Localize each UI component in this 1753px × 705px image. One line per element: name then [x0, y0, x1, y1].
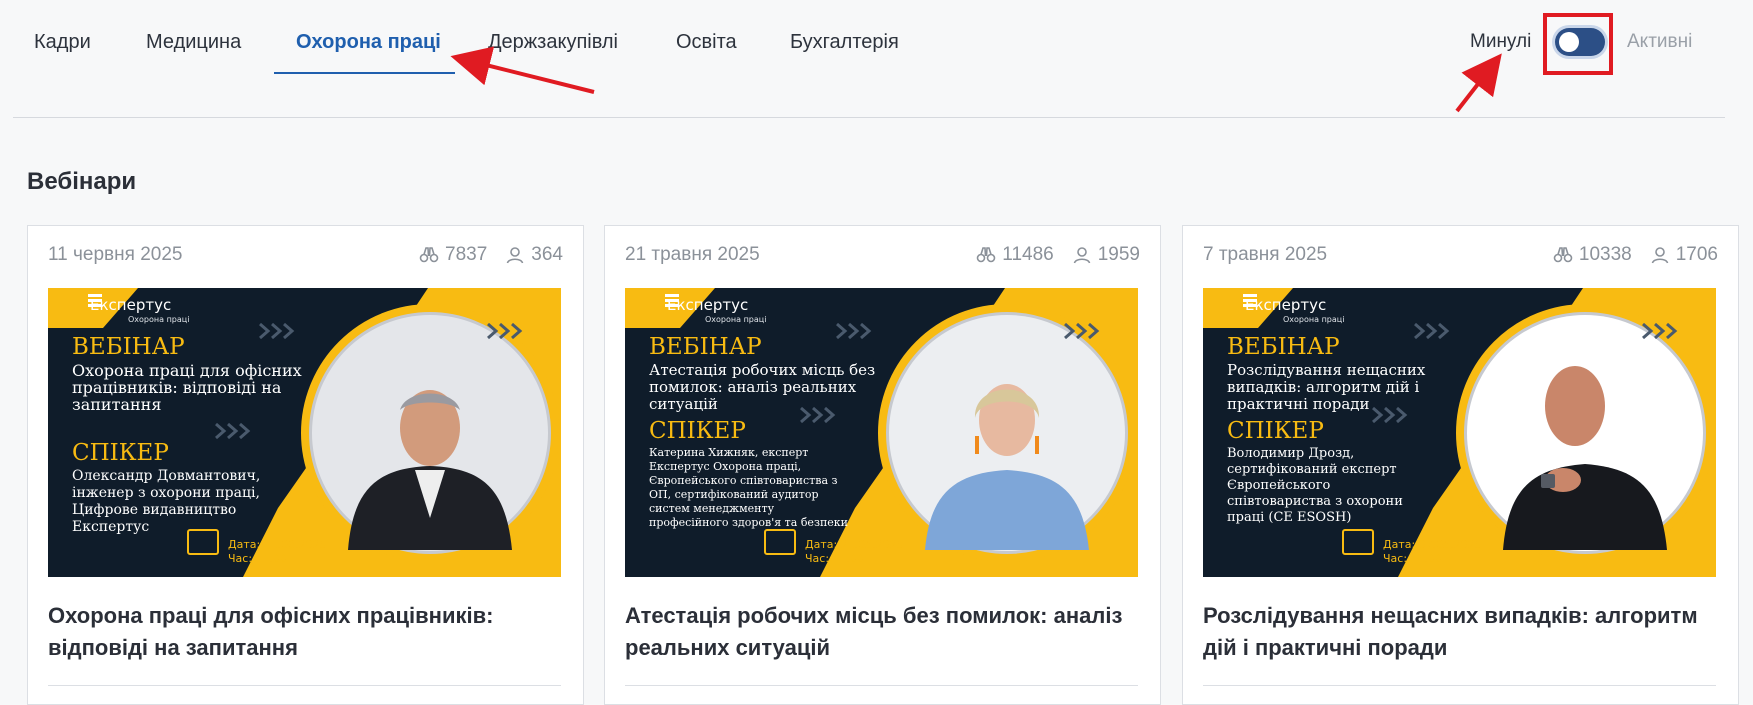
- webinar-stats: 11486 1959: [976, 244, 1140, 266]
- banner-logo: Експертус: [667, 296, 749, 314]
- banner-speaker: Володимир Дрозд, сертифікований експерт …: [1227, 446, 1403, 525]
- views-count: 7837: [445, 244, 488, 265]
- banner-date: Дата: 07.05.2025 Час: 11.00: [1383, 538, 1482, 565]
- views-count: 11486: [1002, 244, 1054, 265]
- category-tabs: Кадри Медицина Охорона праці Держзакупів…: [0, 0, 1753, 119]
- banner-logo: Експертус: [90, 296, 172, 314]
- toggle-label-past[interactable]: Минулі: [1470, 26, 1531, 58]
- user-icon: [1651, 247, 1669, 264]
- webinar-date: 21 травня 2025: [625, 244, 760, 265]
- user-icon: [507, 247, 524, 264]
- banner-speaker-heading: СПІКЕР: [72, 440, 169, 466]
- toggle-knob: [1559, 32, 1579, 52]
- webinar-date: 11 червня 2025: [48, 244, 183, 265]
- webinar-banner[interactable]: Експертус Охорона праці ВЕБІНАР Атестаці…: [625, 288, 1138, 577]
- views-count: 10338: [1578, 244, 1632, 265]
- banner-topic: Охорона праці для офісних працівників: в…: [72, 361, 302, 414]
- banner-speaker: Катерина Хижняк, експерт Експертус Охоро…: [649, 446, 848, 529]
- banner-logo-sub: Охорона праці: [705, 315, 767, 324]
- banner-logo-sub: Охорона праці: [128, 315, 190, 324]
- banner-heading: ВЕБІНАР: [72, 334, 185, 360]
- banner-heading: ВЕБІНАР: [649, 334, 762, 360]
- binoculars-icon: [419, 247, 439, 263]
- participants-count: 364: [531, 244, 563, 265]
- banner-heading: ВЕБІНАР: [1227, 334, 1340, 360]
- tab-osvita[interactable]: Освіта: [676, 26, 737, 58]
- webinar-card[interactable]: 11 червня 2025 7837 364 Експертус Охорон…: [27, 225, 584, 705]
- banner-topic: Розслідування нещасних випадків: алгорит…: [1227, 361, 1426, 413]
- card-divider: [48, 685, 561, 686]
- binoculars-icon: [976, 247, 996, 263]
- webinar-title[interactable]: Розслідування нещасних випадків: алгорит…: [1203, 600, 1713, 664]
- tab-derzhzakupivli[interactable]: Держзакупівлі: [488, 26, 618, 58]
- tab-kadry[interactable]: Кадри: [34, 26, 91, 58]
- active-tab-indicator: [274, 72, 455, 74]
- banner-date: Дата: 21.05.2025 Час: 11.00: [805, 538, 904, 565]
- participants-count: 1959: [1097, 244, 1140, 265]
- banner-speaker-heading: СПІКЕР: [1227, 418, 1324, 444]
- webinar-title[interactable]: Атестація робочих місць без помилок: ана…: [625, 600, 1135, 664]
- webinar-banner[interactable]: Експертус Охорона праці ВЕБІНАР Охорона …: [48, 288, 561, 577]
- card-divider: [1203, 685, 1716, 686]
- webinar-stats: 7837 364: [419, 244, 563, 266]
- participants-count: 1706: [1675, 244, 1718, 265]
- webinar-card[interactable]: 7 травня 2025 10338 1706 Експертус Охоро…: [1182, 225, 1739, 705]
- webinar-title[interactable]: Охорона праці для офісних працівників: в…: [48, 600, 558, 664]
- webinar-stats: 10338 1706: [1553, 244, 1718, 266]
- banner-speaker: Олександр Довмантович, інженер з охорони…: [72, 468, 261, 535]
- webinar-card[interactable]: 21 травня 2025 11486 1959 Експертус Охор…: [604, 225, 1161, 705]
- card-divider: [625, 685, 1138, 686]
- banner-logo: Експертус: [1245, 296, 1327, 314]
- webinar-banner[interactable]: Експертус Охорона праці ВЕБІНАР Розсліду…: [1203, 288, 1716, 577]
- banner-topic: Атестація робочих місць без помилок: ана…: [649, 361, 876, 413]
- tabs-divider: [13, 117, 1725, 118]
- tab-bukhhalteriia[interactable]: Бухгалтерія: [790, 26, 899, 58]
- banner-logo-sub: Охорона праці: [1283, 315, 1345, 324]
- past-active-toggle[interactable]: [1555, 28, 1605, 56]
- section-title-webinars: Вебінари: [27, 168, 137, 195]
- banner-date: Дата: 11.06.2025 Час: 11.00: [228, 538, 327, 565]
- banner-speaker-heading: СПІКЕР: [649, 418, 746, 444]
- tab-medytsyna[interactable]: Медицина: [146, 26, 241, 58]
- user-icon: [1073, 247, 1091, 264]
- tab-okhorona-pratsi[interactable]: Охорона праці: [296, 26, 441, 58]
- binoculars-icon: [1553, 247, 1573, 263]
- toggle-label-active[interactable]: Активні: [1627, 26, 1692, 58]
- webinar-date: 7 травня 2025: [1203, 244, 1328, 265]
